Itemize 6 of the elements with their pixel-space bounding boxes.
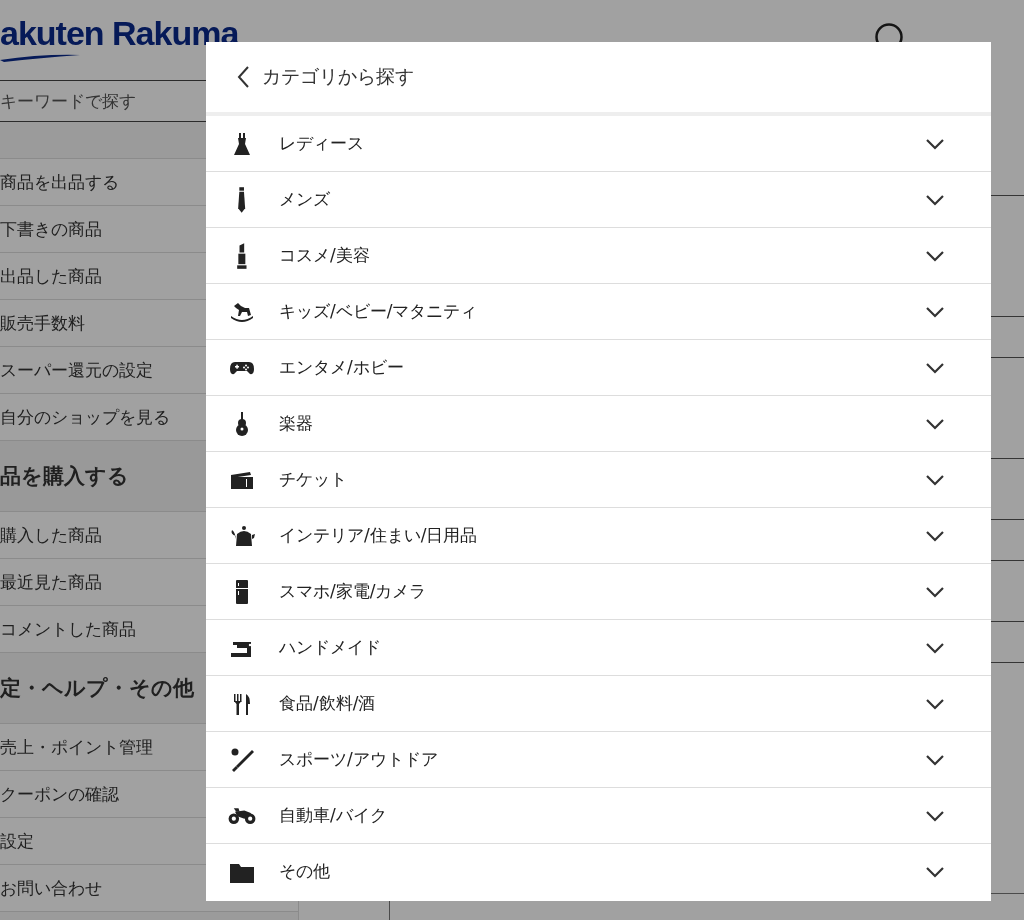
dialog-title: カテゴリから探す [262,64,414,89]
section-heading: 定・ヘルプ・その他 [0,675,194,702]
category-label: チケット [279,468,348,491]
category-label: 食品/飲料/酒 [279,692,377,715]
category-label: レディース [279,132,365,155]
section-heading: 品を購入する [0,463,129,490]
